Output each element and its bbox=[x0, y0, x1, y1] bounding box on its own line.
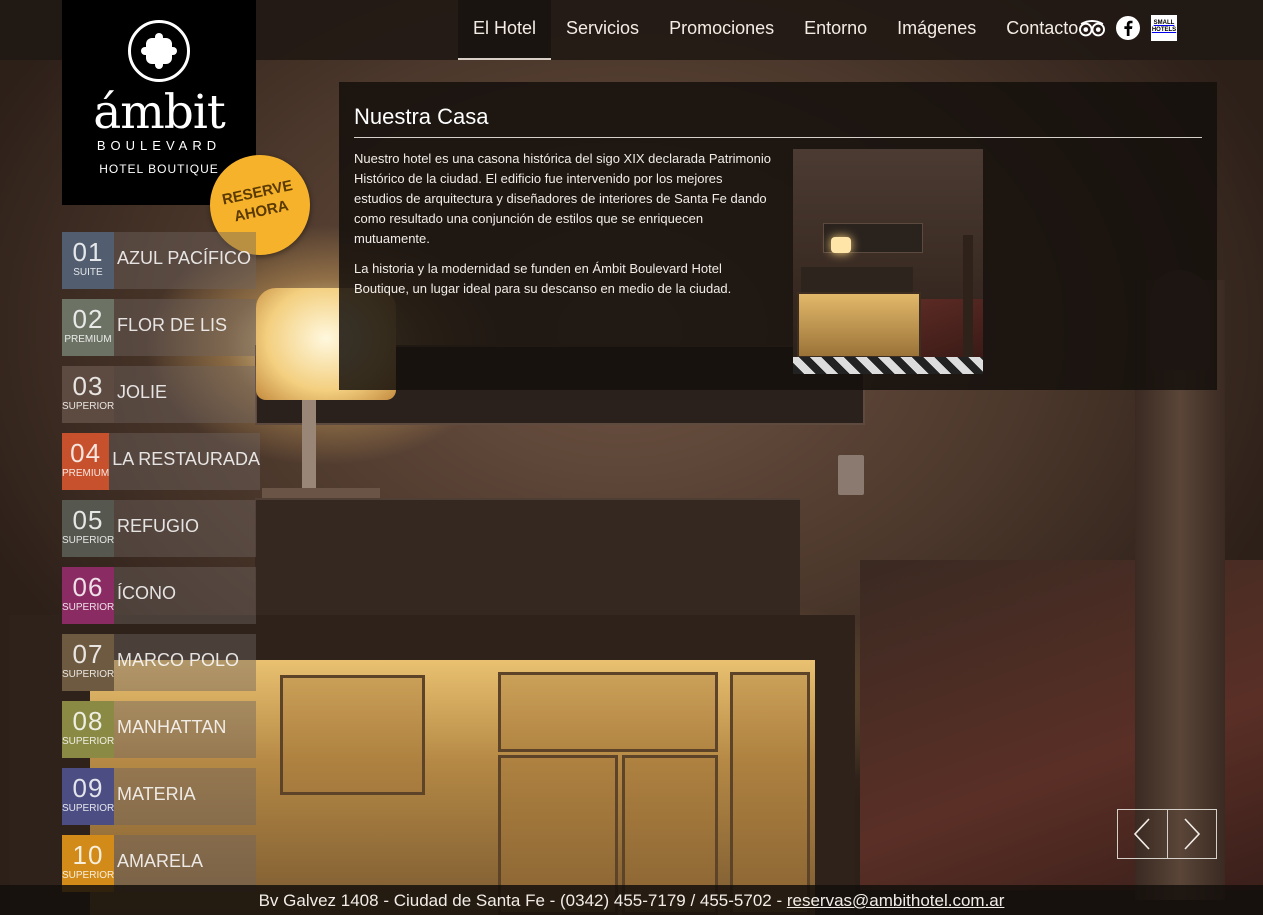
background-light-switch bbox=[838, 455, 864, 495]
slider-controls bbox=[1117, 809, 1217, 859]
room-name: JOLIE bbox=[114, 366, 256, 423]
room-tier: SUPERIOR bbox=[62, 870, 115, 881]
room-name: LA RESTAURADA bbox=[109, 433, 260, 490]
content-paragraph: Nuestro hotel es una casona histórica de… bbox=[354, 151, 771, 246]
logo-name: ámbit bbox=[93, 85, 226, 140]
room-number: 02 bbox=[72, 304, 104, 334]
footer-address: Bv Galvez 1408 - Ciudad de Santa Fe - (0… bbox=[258, 891, 787, 910]
room-item[interactable]: 03 SUPERIOR JOLIE bbox=[62, 366, 256, 423]
section-title: Nuestra Casa bbox=[354, 104, 1202, 138]
room-number-box: 08 SUPERIOR bbox=[62, 701, 114, 758]
background-drawer bbox=[730, 672, 810, 915]
room-item[interactable]: 06 SUPERIOR ÍCONO bbox=[62, 567, 256, 624]
room-item[interactable]: 05 SUPERIOR REFUGIO bbox=[62, 500, 256, 557]
room-number: 09 bbox=[72, 773, 104, 803]
room-name: AZUL PACÍFICO bbox=[114, 232, 256, 289]
room-name: AMARELA bbox=[114, 835, 256, 892]
room-number-box: 10 SUPERIOR bbox=[62, 835, 114, 892]
room-name: FLOR DE LIS bbox=[114, 299, 256, 356]
content-body: Nuestro hotel es una casona histórica de… bbox=[354, 149, 1202, 374]
facebook-icon[interactable] bbox=[1114, 14, 1142, 42]
room-number: 06 bbox=[72, 572, 104, 602]
room-tier: SUPERIOR bbox=[62, 401, 115, 412]
room-number: 08 bbox=[72, 706, 104, 736]
main-menu: El Hotel Servicios Promociones Entorno I… bbox=[458, 0, 1093, 60]
room-tier: SUITE bbox=[73, 267, 103, 278]
content-text: Nuestro hotel es una casona histórica de… bbox=[354, 149, 774, 374]
small-hotels-label: SMALL HOTELS bbox=[1151, 15, 1177, 41]
chevron-right-icon bbox=[1184, 818, 1200, 850]
small-hotels-icon[interactable]: SMALL HOTELS bbox=[1150, 14, 1178, 42]
room-name: MARCO POLO bbox=[114, 634, 256, 691]
room-number-box: 04 PREMIUM bbox=[62, 433, 110, 490]
room-number: 07 bbox=[72, 639, 104, 669]
room-number-box: 07 SUPERIOR bbox=[62, 634, 114, 691]
background-drawer bbox=[498, 672, 718, 752]
room-tier: PREMIUM bbox=[64, 334, 112, 345]
room-number-box: 06 SUPERIOR bbox=[62, 567, 114, 624]
room-item[interactable]: 01 SUITE AZUL PACÍFICO bbox=[62, 232, 256, 289]
slider-prev-button[interactable] bbox=[1118, 810, 1167, 858]
chevron-left-icon bbox=[1134, 818, 1150, 850]
footer-email-link[interactable]: reservas@ambithotel.com.ar bbox=[787, 891, 1005, 910]
footer-contact-bar: Bv Galvez 1408 - Ciudad de Santa Fe - (0… bbox=[0, 885, 1263, 915]
room-tier: SUPERIOR bbox=[62, 602, 115, 613]
room-item[interactable]: 02 PREMIUM FLOR DE LIS bbox=[62, 299, 256, 356]
room-name: MATERIA bbox=[114, 768, 256, 825]
room-tier: SUPERIOR bbox=[62, 736, 115, 747]
social-links: SMALL HOTELS bbox=[1078, 14, 1178, 42]
background-cabinet-top bbox=[255, 498, 800, 618]
room-item[interactable]: 09 SUPERIOR MATERIA bbox=[62, 768, 256, 825]
nav-promociones[interactable]: Promociones bbox=[654, 0, 789, 60]
logo-subtitle: BOULEVARD bbox=[96, 138, 222, 153]
logo-emblem-icon bbox=[128, 20, 190, 82]
nav-imagenes[interactable]: Imágenes bbox=[882, 0, 991, 60]
content-paragraph: La historia y la modernidad se funden en… bbox=[354, 261, 732, 296]
slider-next-button[interactable] bbox=[1166, 810, 1217, 858]
background-drawer bbox=[280, 675, 425, 795]
room-number: 03 bbox=[72, 371, 104, 401]
nav-el-hotel[interactable]: El Hotel bbox=[458, 0, 552, 60]
room-number-box: 02 PREMIUM bbox=[62, 299, 114, 356]
room-number-box: 05 SUPERIOR bbox=[62, 500, 114, 557]
room-list: 01 SUITE AZUL PACÍFICO 02 PREMIUM FLOR DE LIS… bbox=[62, 232, 260, 902]
room-name: MANHATTAN bbox=[114, 701, 256, 758]
room-number: 01 bbox=[72, 237, 104, 267]
room-number-box: 09 SUPERIOR bbox=[62, 768, 114, 825]
room-name: REFUGIO bbox=[114, 500, 256, 557]
room-item[interactable]: 04 PREMIUM LA RESTAURADA bbox=[62, 433, 260, 490]
room-tier: SUPERIOR bbox=[62, 535, 115, 546]
room-tier: SUPERIOR bbox=[62, 669, 115, 680]
room-number-box: 01 SUITE bbox=[62, 232, 114, 289]
nav-entorno[interactable]: Entorno bbox=[789, 0, 882, 60]
room-item[interactable]: 10 SUPERIOR AMARELA bbox=[62, 835, 256, 892]
background-lamp-pole bbox=[302, 400, 316, 492]
hotel-interior-photo[interactable] bbox=[793, 149, 983, 374]
room-number: 04 bbox=[70, 438, 102, 468]
room-tier: SUPERIOR bbox=[62, 803, 115, 814]
content-panel: Nuestra Casa Nuestro hotel es una casona… bbox=[339, 82, 1217, 390]
room-item[interactable]: 08 SUPERIOR MANHATTAN bbox=[62, 701, 256, 758]
tripadvisor-icon[interactable] bbox=[1078, 14, 1106, 42]
background-lamp-base bbox=[262, 488, 380, 498]
room-item[interactable]: 07 SUPERIOR MARCO POLO bbox=[62, 634, 256, 691]
room-tier: PREMIUM bbox=[62, 468, 110, 479]
room-number: 10 bbox=[72, 840, 104, 870]
room-number: 05 bbox=[72, 505, 104, 535]
nav-servicios[interactable]: Servicios bbox=[551, 0, 654, 60]
room-number-box: 03 SUPERIOR bbox=[62, 366, 114, 423]
room-name: ÍCONO bbox=[114, 567, 256, 624]
